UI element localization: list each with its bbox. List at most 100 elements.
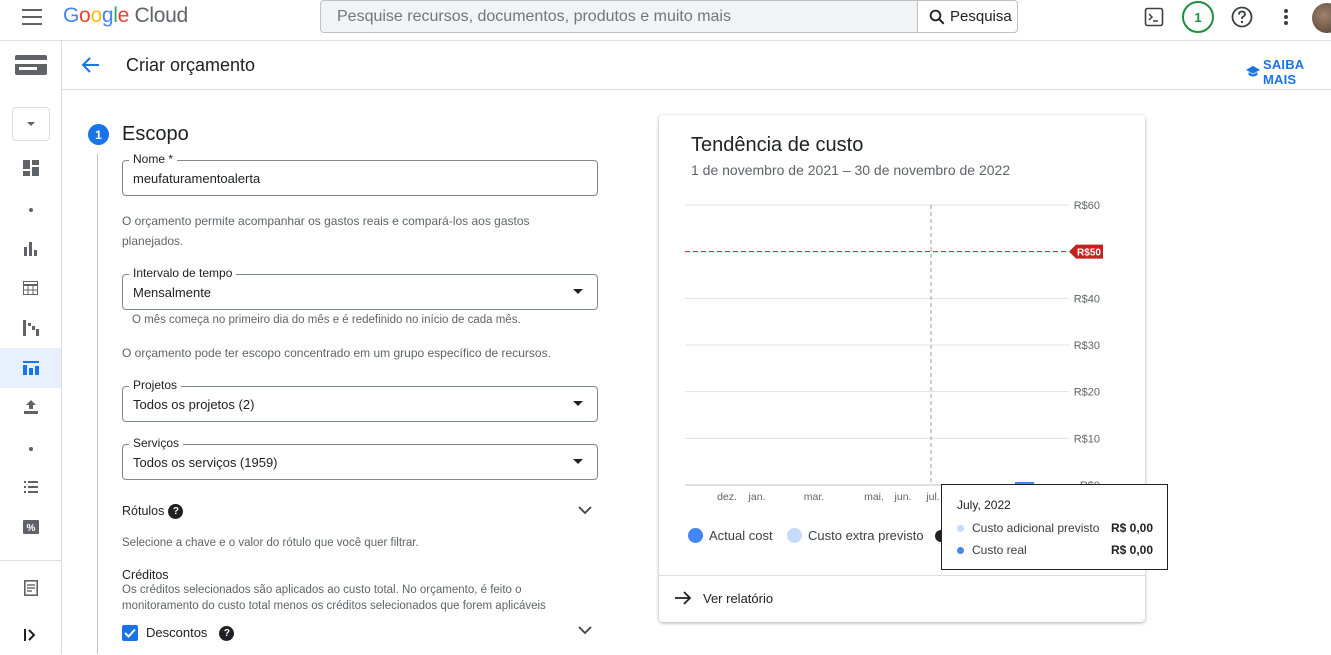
x-tick-label: jul. (925, 491, 939, 503)
name-field-label: Nome * (129, 152, 178, 166)
projects-value: Todos os projetos (2) (133, 397, 255, 412)
nav-divider (0, 560, 61, 561)
more-vert-icon[interactable] (1274, 5, 1298, 29)
tooltip-row1-label: Custo adicional previsto (972, 521, 1100, 535)
name-field-value: meufaturamentoalerta (133, 171, 261, 186)
search-icon (929, 9, 945, 24)
credits-title: Créditos (122, 568, 169, 582)
help-icon[interactable]: ? (219, 626, 235, 642)
discounts-checkbox[interactable] (122, 625, 138, 641)
dropdown-arrow-icon (573, 289, 583, 294)
learn-more-label: SAIBA MAIS (1262, 57, 1304, 87)
cost-breakdown-icon[interactable] (0, 308, 61, 348)
expand-nav-icon[interactable] (0, 615, 61, 655)
svg-text:%: % (26, 523, 35, 534)
chart-tooltip: July, 2022 Custo adicional previsto R$ 0… (941, 484, 1168, 570)
main-menu-icon[interactable] (22, 9, 42, 25)
step-title: Escopo (122, 123, 189, 145)
dropdown-arrow-icon (573, 459, 583, 464)
search-box[interactable] (320, 0, 918, 33)
view-report-link[interactable]: Ver relatório (703, 591, 773, 606)
labels-help-text: Selecione a chave e o valor do rótulo qu… (122, 537, 419, 549)
budget-label: R$50 (1077, 248, 1101, 259)
account-selector[interactable] (0, 104, 61, 144)
search-button-label: Pesquisa (950, 8, 1012, 25)
back-arrow-icon[interactable] (80, 54, 102, 76)
chevron-down-icon[interactable] (578, 623, 592, 637)
reports-icon[interactable] (0, 229, 61, 269)
y-tick-label: R$40 (1074, 293, 1100, 305)
step-line (97, 154, 98, 654)
help-icon[interactable]: ? (168, 504, 184, 520)
interval-label: Intervalo de tempo (129, 266, 237, 280)
tooltip-actual-dot (957, 546, 964, 554)
google-cloud-logo[interactable]: Google Cloud (63, 4, 188, 28)
services-value: Todos os serviços (1959) (133, 455, 278, 470)
legend-actual-label: Actual cost (709, 528, 773, 543)
list-icon[interactable] (0, 467, 61, 507)
nav-dot-icon[interactable] (0, 190, 61, 230)
x-tick-label: mai. (864, 491, 884, 503)
x-tick-label: jan. (748, 491, 766, 503)
discounts-row: Descontos? (146, 625, 235, 642)
y-tick-label: R$60 (1074, 200, 1100, 212)
nav-dot-icon-2[interactable] (0, 429, 61, 469)
projects-label: Projetos (129, 378, 182, 392)
budget-form: 1 Escopo Nome * meufaturamentoalerta O o… (62, 90, 622, 654)
page-header: Criar orçamento SAIBA MAIS (62, 41, 1331, 90)
interval-select[interactable]: Intervalo de tempo Mensalmente (122, 266, 598, 310)
tooltip-forecast-dot (957, 524, 964, 532)
cloud-shell-icon[interactable] (1142, 5, 1166, 29)
cost-trend-chart: R$60R$40R$30R$20R$10R$0dez.jan.mar.mai.j… (685, 200, 1103, 503)
page-title: Criar orçamento (126, 55, 256, 75)
credits-help-text: Os créditos selecionados são aplicados a… (122, 584, 546, 612)
scope-help-text: O orçamento pode ter escopo concentrado … (122, 346, 551, 360)
x-tick-label: jun. (894, 491, 912, 503)
tooltip-row1-value: R$ 0,00 (1110, 521, 1153, 535)
billing-icon[interactable] (0, 45, 61, 85)
release-notes-icon[interactable] (0, 568, 61, 608)
export-icon[interactable] (0, 387, 61, 427)
services-select[interactable]: Serviços Todos os serviços (1959) (122, 436, 598, 480)
dropdown-arrow-icon (573, 401, 583, 406)
logo-google: Google (63, 4, 129, 27)
top-bar: Google Cloud Pesquisa 1 (0, 0, 1331, 41)
arrow-forward-icon (675, 591, 692, 605)
card-date-range: 1 de novembro de 2021 – 30 de novembro d… (691, 162, 1011, 178)
interval-value: Mensalmente (133, 285, 212, 300)
table-icon[interactable] (0, 268, 61, 308)
legend-forecast-swatch (787, 528, 802, 543)
name-field[interactable]: Nome * meufaturamentoalerta (122, 152, 598, 196)
step-number: 1 (88, 124, 109, 145)
y-tick-label: R$10 (1074, 433, 1100, 445)
services-label: Serviços (129, 436, 184, 450)
legend-actual-swatch (688, 528, 703, 543)
labels-section[interactable]: Rótulos? (122, 504, 184, 520)
x-tick-label: dez. (717, 491, 737, 503)
budgets-icon[interactable] (0, 348, 61, 388)
chevron-down-icon (11, 107, 50, 141)
x-tick-label: mar. (804, 491, 824, 503)
search-input[interactable] (321, 1, 918, 32)
check-icon (124, 628, 136, 638)
projects-select[interactable]: Projetos Todos os projetos (2) (122, 378, 598, 422)
tooltip-row-forecast: Custo adicional previsto R$ 0,00 (957, 521, 1153, 535)
card-title: Tendência de custo (691, 134, 864, 156)
logo-cloud: Cloud (134, 4, 189, 27)
notifications-badge[interactable]: 1 (1182, 1, 1214, 33)
y-tick-label: R$20 (1074, 387, 1100, 399)
chevron-down-icon[interactable] (578, 503, 592, 517)
learn-more-link[interactable]: SAIBA MAIS (1246, 57, 1331, 87)
search-button[interactable]: Pesquisa (917, 0, 1018, 33)
card-footer[interactable]: Ver relatório (659, 575, 1145, 622)
help-icon[interactable] (1230, 5, 1254, 29)
legend-forecast: Custo extra previsto (787, 528, 924, 543)
overview-icon[interactable] (0, 148, 61, 188)
legend-actual: Actual cost (688, 528, 773, 543)
percent-icon[interactable]: % (0, 507, 61, 547)
discounts-label: Descontos (146, 625, 208, 640)
avatar[interactable] (1312, 3, 1331, 33)
tooltip-row2-label: Custo real (972, 543, 1027, 557)
left-nav: % (0, 41, 62, 654)
labels-title: Rótulos (122, 504, 165, 518)
